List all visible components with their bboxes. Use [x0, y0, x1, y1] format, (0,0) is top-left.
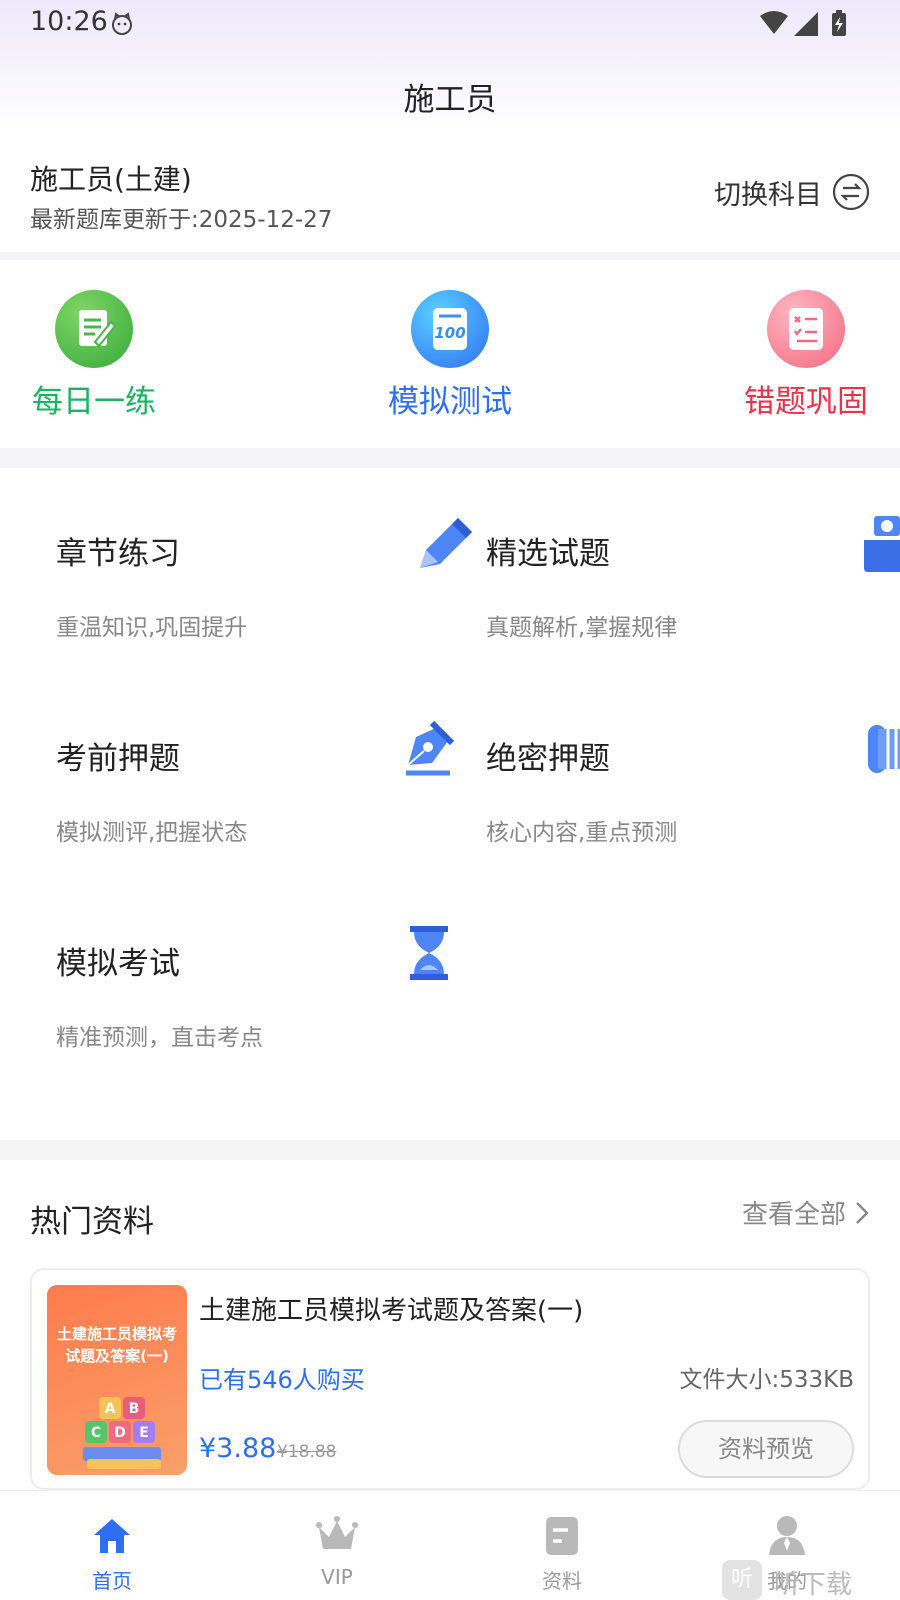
tab-vip[interactable]: VIP [277, 1513, 397, 1593]
divider [0, 448, 900, 468]
module-pre-exam-predictions[interactable]: 考前押题 模拟测评,把握状态 [56, 673, 456, 846]
wifi-icon [760, 11, 788, 34]
module-chapter-practice[interactable]: 章节练习 重温知识,巩固提升 [56, 468, 472, 641]
resource-original-price: ¥18.88 [277, 1442, 337, 1462]
divider [0, 1140, 900, 1160]
chevron-right-icon [856, 1201, 869, 1224]
module-title: 精选试题 [486, 536, 610, 572]
module-grid: 章节练习 重温知识,巩固提升 精选试题 真题解析,掌握规律 考前押题 模拟测评,… [0, 468, 900, 1140]
view-all-link[interactable]: 查看全部 [742, 1194, 870, 1231]
pencil-icon [420, 518, 472, 568]
tab-home[interactable]: 首页 [52, 1513, 172, 1593]
module-selected-questions[interactable]: 精选试题 真题解析,掌握规律 [486, 468, 900, 641]
checklist-icon [767, 290, 845, 368]
resource-price: ¥3.88 [199, 1433, 277, 1464]
module-title: 模拟考试 [56, 946, 180, 982]
notification-cat-icon [112, 12, 132, 35]
tab-materials-label: 资料 [542, 1569, 582, 1593]
tab-vip-label: VIP [321, 1565, 353, 1589]
subject-update-text: 最新题库更新于:2025-12-27 [30, 207, 333, 233]
module-title: 章节练习 [56, 536, 180, 572]
module-subtitle: 核心内容,重点预测 [486, 820, 678, 846]
quick-wrong-questions[interactable]: 错题巩固 [716, 290, 896, 420]
watermark: 听 听下载 [722, 1560, 892, 1600]
svg-text:C: C [91, 1425, 101, 1441]
watermark-text: 听下载 [774, 1570, 853, 1600]
home-icon [94, 1519, 130, 1553]
view-all-label: 查看全部 [741, 1200, 846, 1230]
person-icon [769, 1516, 805, 1555]
svg-text:100: 100 [434, 324, 465, 342]
status-bar: 10:26 [30, 6, 870, 42]
score-100-icon: 100 [411, 290, 489, 368]
module-mock-exam[interactable]: 模拟考试 精准预测，直击考点 [56, 878, 456, 1051]
quick-daily-practice-label: 每日一练 [32, 384, 156, 420]
letter-blocks-icon: A B C D E [83, 1397, 161, 1469]
svg-text:D: D [114, 1425, 126, 1441]
module-subtitle: 模拟测评,把握状态 [56, 820, 248, 846]
switch-subject-button[interactable]: 切换科目 [714, 172, 870, 212]
module-subtitle: 真题解析,掌握规律 [486, 615, 678, 641]
module-subtitle: 重温知识,巩固提升 [56, 615, 248, 641]
signal-icon [794, 12, 818, 36]
module-subtitle: 精准预测，直击考点 [56, 1025, 263, 1051]
status-time: 10:26 [30, 6, 108, 37]
quick-wrong-questions-label: 错题巩固 [744, 384, 868, 420]
svg-text:A: A [105, 1401, 116, 1417]
switch-subject-label: 切换科目 [714, 179, 822, 211]
preview-button[interactable]: 资料预览 [678, 1420, 854, 1478]
divider [0, 252, 900, 260]
tab-materials[interactable]: 资料 [502, 1513, 622, 1593]
resource-title: 土建施工员模拟考试题及答案(一) [199, 1296, 584, 1326]
fountain-pen-icon [406, 720, 455, 776]
svg-text:E: E [139, 1425, 149, 1441]
quick-mock-test-label: 模拟测试 [388, 384, 512, 420]
resource-cover-text: 土建施工员模拟考试题及答案(一) [56, 1325, 177, 1365]
page-title: 施工员 [403, 82, 497, 118]
resource-card[interactable]: 土建施工员模拟考试题及答案(一) A B C D E 土建施工员模拟考试题及答案… [30, 1268, 870, 1490]
tab-home-label: 首页 [92, 1569, 132, 1593]
swap-icon [832, 173, 870, 211]
scroll-icon [868, 725, 900, 773]
resource-file-size: 文件大小:533KB [679, 1367, 854, 1393]
watermark-logo: 听 [722, 1560, 762, 1600]
document-icon [546, 1517, 578, 1555]
subject-section: 施工员(土建) 最新题库更新于:2025-12-27 切换科目 [0, 140, 900, 252]
module-title: 绝密押题 [486, 741, 610, 777]
quick-daily-practice[interactable]: 每日一练 [4, 290, 184, 420]
notepad-pen-icon [55, 290, 133, 368]
quick-actions: 每日一练 100 模拟测试 错题巩固 [0, 260, 900, 448]
module-top-secret-predictions[interactable]: 绝密押题 核心内容,重点预测 [486, 673, 900, 846]
resource-cover-image: 土建施工员模拟考试题及答案(一) A B C D E [47, 1285, 187, 1475]
svg-text:B: B [129, 1401, 140, 1417]
hourglass-icon [410, 926, 448, 980]
thumbs-up-icon [864, 516, 900, 572]
quick-mock-test[interactable]: 100 模拟测试 [360, 290, 540, 420]
module-title: 考前押题 [56, 741, 180, 777]
resource-buyers: 已有546人购买 [199, 1366, 365, 1394]
hot-section-title: 热门资料 [30, 1204, 154, 1240]
status-icons [760, 10, 846, 36]
top-header: 10:26 施工员 [0, 0, 900, 130]
crown-icon [316, 1516, 358, 1549]
subject-name: 施工员(土建) [30, 163, 192, 196]
